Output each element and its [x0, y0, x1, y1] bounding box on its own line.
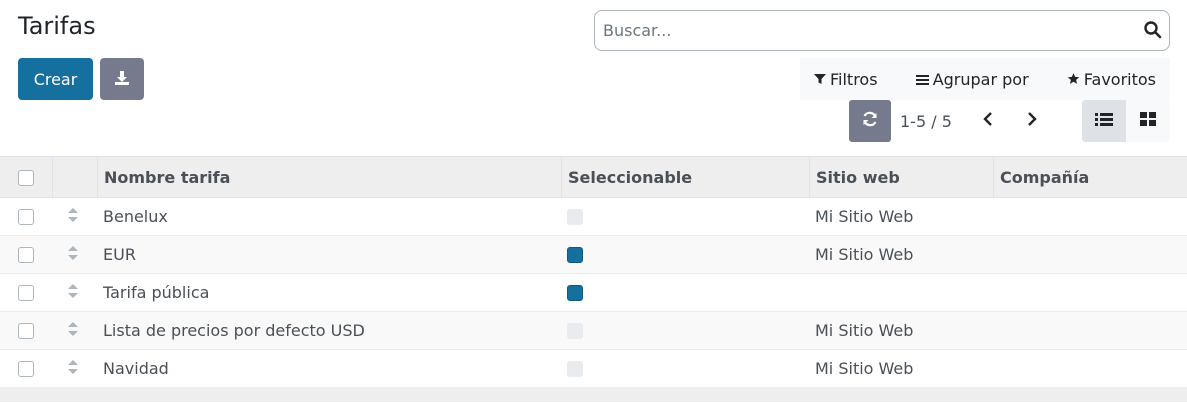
list-bars-icon [915, 70, 929, 89]
cell-name: EUR [103, 245, 136, 264]
row-select-cell [0, 274, 52, 311]
drag-handle-icon[interactable] [67, 359, 79, 379]
pager-value[interactable]: 1-5 / 5 [900, 100, 952, 142]
cell-name: Benelux [103, 207, 168, 226]
cell-selectable [561, 312, 809, 349]
row-handle-cell[interactable] [52, 274, 97, 311]
group-by-label: Agrupar por [932, 69, 1029, 89]
kanban-view-icon [1140, 111, 1156, 131]
refresh-button[interactable] [849, 100, 891, 142]
cell-selectable [561, 198, 809, 235]
column-header-selectable[interactable]: Seleccionable [561, 157, 809, 198]
drag-handle-icon[interactable] [67, 321, 79, 341]
filters-label: Filtros [830, 69, 878, 89]
cell-website: Mi Sitio Web [815, 245, 914, 264]
row-handle-cell[interactable] [52, 198, 97, 235]
cell-selectable [561, 350, 809, 387]
selectable-checkbox [567, 284, 583, 301]
row-checkbox[interactable] [18, 284, 34, 301]
select-all-cell [0, 157, 52, 198]
cell-company [993, 350, 1187, 387]
download-button[interactable] [100, 58, 144, 100]
selectable-checkbox [567, 208, 583, 225]
table-footer [0, 388, 1187, 402]
cell-website [809, 274, 993, 311]
column-header-company[interactable]: Compañía [993, 157, 1187, 198]
selectable-checkbox [567, 246, 583, 263]
drag-handle-icon[interactable] [67, 245, 79, 265]
table-row[interactable]: Benelux Mi Sitio Web [0, 198, 1187, 236]
table-header: Nombre tarifa Seleccionable Sitio web Co… [0, 156, 1187, 198]
create-button[interactable]: Crear [18, 58, 93, 100]
filter-bar: Filtros Agrupar por Favoritos [800, 58, 1170, 100]
star-icon [1067, 70, 1080, 89]
table-row[interactable]: EUR Mi Sitio Web [0, 236, 1187, 274]
pager-next-button[interactable] [1017, 100, 1047, 142]
search-box[interactable] [594, 10, 1170, 51]
download-icon [113, 69, 131, 90]
cell-company [993, 198, 1187, 235]
favorites-label: Favoritos [1083, 69, 1156, 89]
cell-website: Mi Sitio Web [815, 207, 914, 226]
table-row[interactable]: Lista de precios por defecto USD Mi Siti… [0, 312, 1187, 350]
selectable-checkbox [567, 322, 583, 339]
row-select-cell [0, 236, 52, 273]
selectable-checkbox [567, 360, 583, 377]
row-handle-cell[interactable] [52, 236, 97, 273]
cell-name: Navidad [103, 359, 169, 378]
cell-selectable [561, 274, 809, 311]
handle-header [52, 157, 97, 198]
group-by-dropdown[interactable]: Agrupar por [915, 69, 1029, 89]
pager-controls: 1-5 / 5 [849, 100, 1170, 142]
row-checkbox[interactable] [18, 246, 34, 263]
filter-icon [814, 70, 826, 89]
chevron-right-icon [1026, 111, 1038, 131]
list-view-icon [1095, 111, 1113, 131]
cell-company [993, 236, 1187, 273]
row-select-cell [0, 198, 52, 235]
drag-handle-icon[interactable] [67, 207, 79, 227]
kanban-view-button[interactable] [1126, 100, 1170, 142]
list-view-button[interactable] [1082, 100, 1126, 142]
cell-website: Mi Sitio Web [815, 359, 914, 378]
select-all-checkbox[interactable] [18, 169, 34, 186]
column-header-website[interactable]: Sitio web [809, 157, 993, 198]
cell-company [993, 274, 1187, 311]
chevron-left-icon [982, 111, 994, 131]
table-row[interactable]: Tarifa pública [0, 274, 1187, 312]
row-checkbox[interactable] [18, 208, 34, 225]
table-body: Benelux Mi Sitio Web EUR Mi Sitio Web Ta… [0, 198, 1187, 388]
search-icon[interactable] [1143, 20, 1163, 40]
favorites-dropdown[interactable]: Favoritos [1067, 70, 1156, 89]
pager-previous-button[interactable] [973, 100, 1003, 142]
row-checkbox[interactable] [18, 322, 34, 339]
drag-handle-icon[interactable] [67, 283, 79, 303]
cell-company [993, 312, 1187, 349]
row-select-cell [0, 312, 52, 349]
cell-name: Tarifa pública [103, 283, 210, 302]
search-input[interactable] [595, 11, 1169, 50]
row-select-cell [0, 350, 52, 387]
cell-selectable [561, 236, 809, 273]
row-handle-cell[interactable] [52, 350, 97, 387]
row-checkbox[interactable] [18, 360, 34, 377]
cell-website: Mi Sitio Web [815, 321, 914, 340]
cell-name: Lista de precios por defecto USD [103, 321, 365, 340]
refresh-icon [861, 110, 879, 132]
column-header-name[interactable]: Nombre tarifa [97, 157, 561, 198]
row-handle-cell[interactable] [52, 312, 97, 349]
pricelist-table: Nombre tarifa Seleccionable Sitio web Co… [0, 156, 1187, 402]
page-title: Tarifas [18, 12, 96, 40]
filters-dropdown[interactable]: Filtros [814, 70, 878, 89]
table-row[interactable]: Navidad Mi Sitio Web [0, 350, 1187, 388]
